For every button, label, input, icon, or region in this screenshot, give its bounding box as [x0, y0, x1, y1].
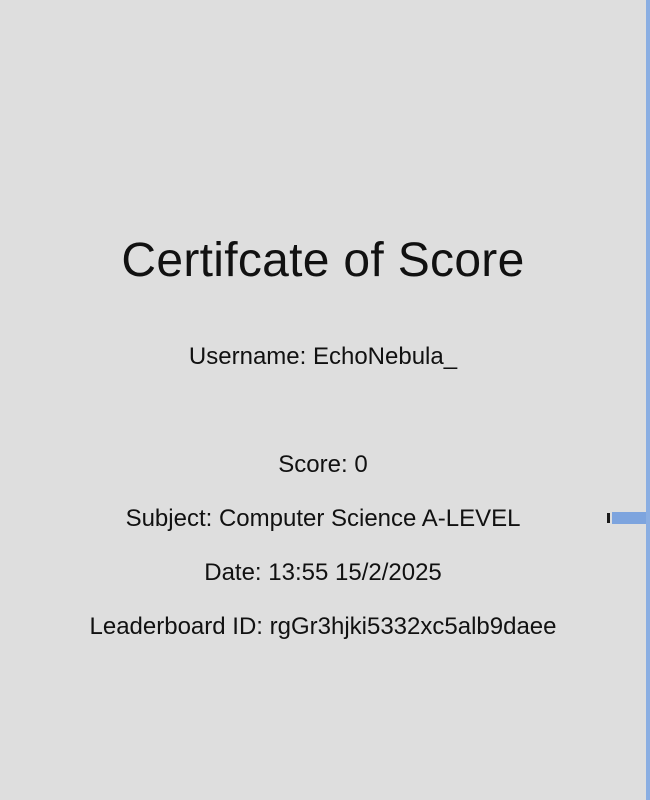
- score-text: Score: 0: [278, 451, 368, 478]
- username-text: Username: EchoNebula_: [188, 343, 458, 370]
- side-marker: [607, 513, 610, 523]
- certificate-title: Certifcate of Score: [121, 234, 525, 287]
- subject-text: Subject: Computer Science A-LEVEL: [125, 505, 521, 532]
- certificate-panel: Certifcate of Score Username: EchoNebula…: [0, 0, 646, 800]
- date-text: Date: 13:55 15/2/2025: [204, 559, 442, 586]
- right-edge-border: [646, 0, 650, 800]
- leaderboard-id-text: Leaderboard ID: rgGr3hjki5332xc5alb9daee: [89, 613, 557, 640]
- side-connector: [612, 512, 646, 524]
